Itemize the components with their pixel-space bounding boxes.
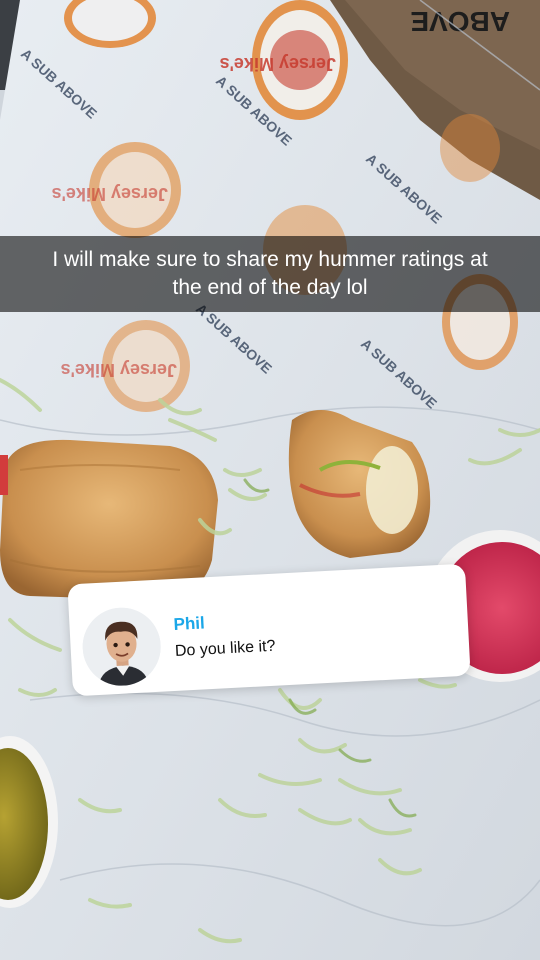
caption-line-2: the end of the day lol <box>172 276 368 299</box>
reply-sender-name: Phil <box>173 613 206 634</box>
caption-line-1: I will make sure to share my hummer rati… <box>52 248 488 271</box>
avatar <box>80 605 163 688</box>
bitmoji-icon <box>80 605 163 688</box>
bag-print: ABOVE <box>410 6 510 37</box>
snap-photo: ABOVE A SUB ABOVE A SUB ABOVE A SUB ABOV… <box>0 0 540 960</box>
sandwich-half <box>0 439 218 601</box>
story-reply-card[interactable]: Phil Do you like it? <box>67 563 471 697</box>
paper-brand: Jersey Mike's <box>52 184 168 204</box>
paper-brand: Jersey Mike's <box>220 54 336 74</box>
snap-caption: I will make sure to share my hummer rati… <box>52 246 487 302</box>
snap-caption-bar: I will make sure to share my hummer rati… <box>0 236 540 312</box>
reply-message: Do you like it? <box>174 637 276 660</box>
paper-brand: Jersey Mike's <box>61 360 177 380</box>
